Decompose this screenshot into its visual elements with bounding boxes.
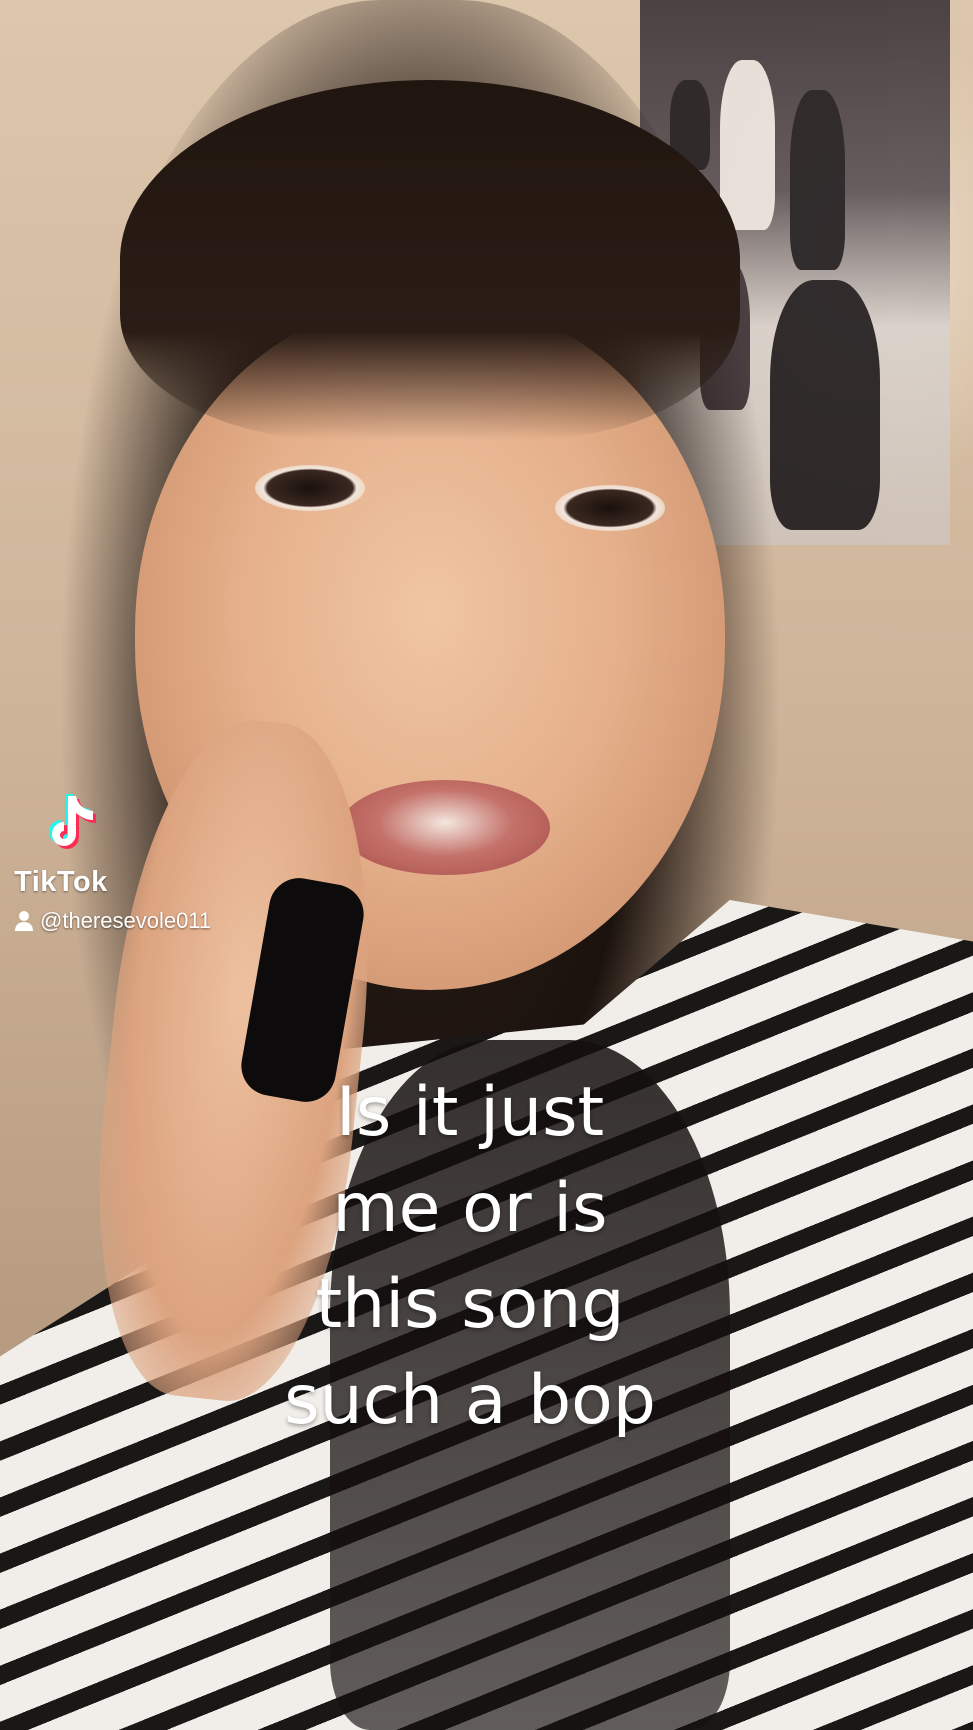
mouth: [340, 780, 550, 875]
right-eye: [555, 485, 665, 531]
user-icon: [15, 911, 33, 931]
caption-line: such a bop: [284, 1361, 656, 1440]
tiktok-brand: TikTok: [14, 866, 108, 898]
video-frame[interactable]: TikTok @theresevole011 Is it just me or …: [0, 0, 973, 1730]
caption-line: this song: [315, 1265, 625, 1344]
caption-line: me or is: [332, 1169, 608, 1248]
video-caption: Is it just me or is this song such a bop: [200, 1065, 740, 1449]
tiktok-username: @theresevole011: [14, 908, 211, 934]
caption-line: Is it just: [335, 1073, 605, 1152]
username-text: @theresevole011: [40, 908, 212, 933]
bangs: [120, 80, 740, 440]
left-eye: [255, 465, 365, 511]
tiktok-note-icon: [49, 794, 96, 849]
